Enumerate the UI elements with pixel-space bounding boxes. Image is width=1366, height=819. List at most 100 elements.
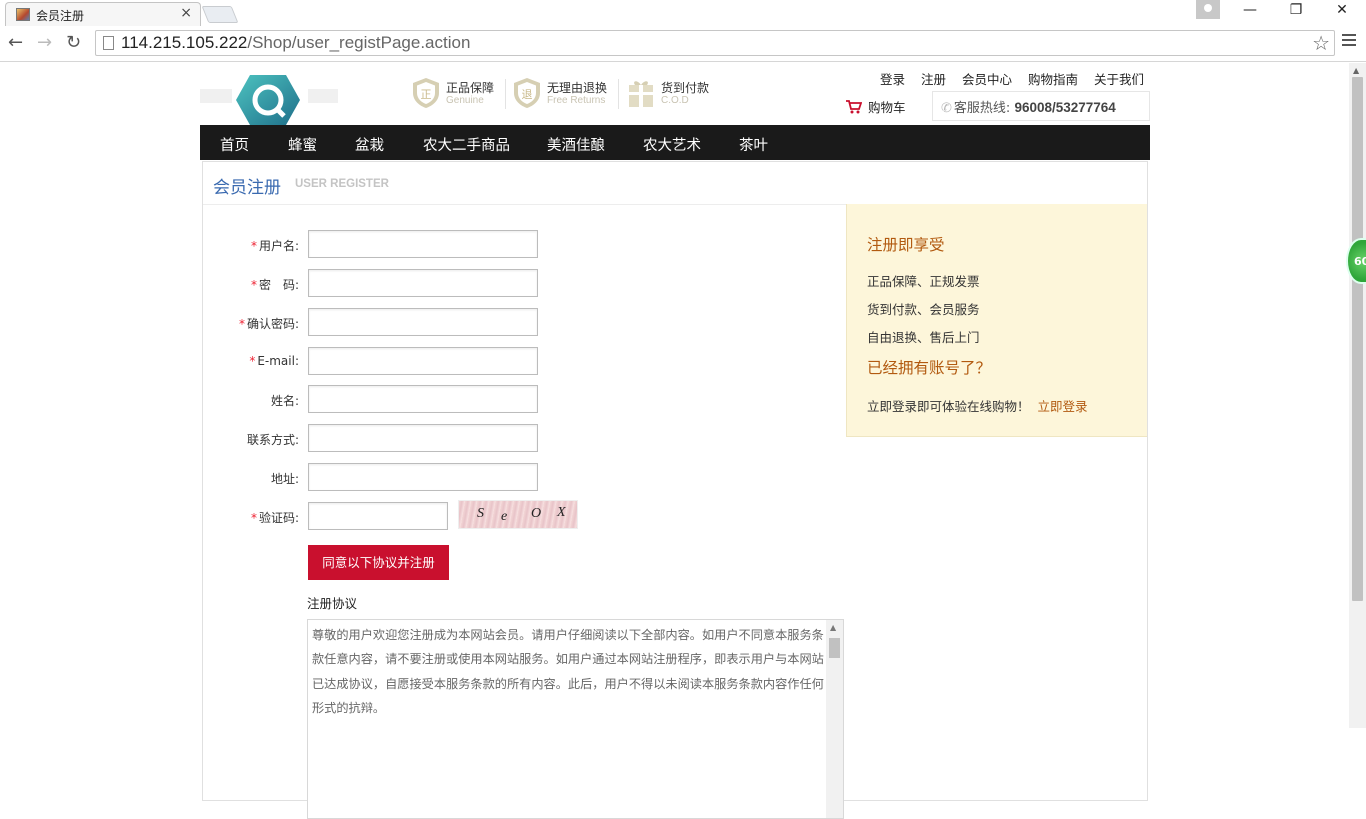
captcha-image[interactable]: S e O X (458, 500, 578, 529)
have-account-title: 已经拥有账号了？ (867, 359, 992, 377)
email-label: * E-mail: (249, 354, 299, 368)
agreement-title: 注册协议 (307, 596, 358, 611)
address-input[interactable] (308, 463, 538, 491)
agreement-scrollbar[interactable]: ▲ (826, 620, 843, 818)
agreement-scroll-thumb[interactable] (829, 638, 840, 658)
email-input[interactable] (308, 347, 538, 375)
hotline-number: 96008/53277764 (1014, 100, 1116, 115)
new-tab-button[interactable] (201, 6, 239, 23)
nav-item-second-hand[interactable]: 农大二手商品 (423, 134, 510, 155)
top-links: 登录 注册 会员中心 购物指南 关于我们 (868, 69, 1144, 88)
badge-subtitle: Genuine (446, 95, 484, 106)
member-center-link[interactable]: 会员中心 (962, 72, 1012, 87)
badge-title: 货到付款 (661, 81, 710, 95)
captcha-char: X (557, 505, 566, 520)
register-title-en: USER REGISTER (295, 178, 389, 190)
gift-box-icon (629, 81, 653, 107)
minimize-button[interactable]: — (1230, 2, 1270, 22)
register-title: 会员注册 (213, 178, 281, 198)
address-bar[interactable]: 114.215.105.222/Shop/user_registPage.act… (95, 30, 1335, 56)
benefit-item: 货到付款、会员服务 (867, 302, 980, 317)
agreement-text: 尊敬的用户欢迎您注册成为本网站会员。请用户仔细阅读以下全部内容。如用户不同意本服… (312, 628, 824, 716)
register-panel: 会员注册 USER REGISTER * 用户名: * 密 码: * 确认密码: * E… (202, 161, 1148, 819)
benefit-item: 正品保障、正规发票 (867, 274, 980, 289)
badge-divider (505, 79, 506, 109)
captcha-char: S (477, 506, 484, 521)
nav-item-art[interactable]: 农大艺术 (643, 134, 701, 155)
benefit-item: 自由退换、售后上门 (867, 330, 980, 345)
badge-title: 无理由退换 (547, 81, 608, 95)
register-header: 会员注册 USER REGISTER (203, 162, 1147, 205)
restore-button[interactable]: ❐ (1276, 2, 1316, 22)
benefits-title: 注册即享受 (867, 236, 945, 254)
page-icon (103, 36, 114, 50)
logo-hexagon-icon (236, 75, 300, 125)
nav-item-honey[interactable]: 蜂蜜 (288, 134, 317, 155)
browser-tab[interactable]: 会员注册 × (5, 2, 201, 26)
agree-register-button[interactable]: 同意以下协议并注册 (308, 545, 449, 580)
tab-title: 会员注册 (36, 9, 85, 23)
captcha-input[interactable] (308, 502, 448, 530)
badge-subtitle: C.O.D (661, 95, 689, 106)
benefits-panel: 注册即享受 正品保障、正规发票 货到付款、会员服务 自由退换、售后上门 已经拥有… (846, 204, 1147, 437)
tab-close-icon[interactable]: × (180, 5, 192, 21)
shield-tui-icon: 退 (514, 78, 540, 108)
username-label: * 用户名: (250, 239, 299, 253)
phone-icon: ✆ (941, 101, 952, 116)
cart-link[interactable]: 购物车 (846, 97, 906, 116)
badge-divider (618, 79, 619, 109)
captcha-char: O (531, 506, 542, 521)
shield-zheng-icon: 正 (413, 78, 439, 108)
captcha-label: * 验证码: (250, 511, 299, 525)
nav-item-tea[interactable]: 茶叶 (739, 134, 768, 155)
about-us-link[interactable]: 关于我们 (1094, 72, 1144, 87)
svg-text:正: 正 (421, 88, 432, 101)
scroll-up-icon[interactable]: ▲ (830, 623, 836, 632)
browser-menu-icon[interactable] (1342, 34, 1356, 48)
nav-item-home[interactable]: 首页 (220, 134, 249, 155)
logo-bar-left (200, 89, 232, 103)
address-label: 地址: (270, 472, 299, 486)
login-prompt: 立即登录即可体验在线购物！ 立即登录 (867, 396, 1088, 415)
username-input[interactable] (308, 230, 538, 258)
url-text[interactable]: 114.215.105.222/Shop/user_registPage.act… (121, 33, 470, 53)
user-profile-icon[interactable] (1196, 0, 1220, 19)
forward-icon[interactable]: → (37, 32, 52, 53)
browser-tabstrip: 会员注册 × — ❐ ✕ (0, 0, 1366, 26)
page-scrollbar[interactable]: ▲ (1349, 63, 1366, 728)
logo-bar-right (308, 89, 338, 103)
scroll-thumb[interactable] (1352, 77, 1363, 601)
browser-toolbar: ← → ↻ 114.215.105.222/Shop/user_registPa… (0, 26, 1366, 62)
agreement-textarea[interactable]: 尊敬的用户欢迎您注册成为本网站会员。请用户仔细阅读以下全部内容。如用户不同意本服… (307, 619, 844, 819)
confirm-password-input[interactable] (308, 308, 538, 336)
site-logo[interactable] (200, 69, 338, 127)
main-nav: 首页 蜂蜜 盆栽 农大二手商品 美酒佳酿 农大艺术 茶叶 (200, 125, 1150, 160)
login-prompt-text: 立即登录即可体验在线购物！ (867, 399, 1030, 414)
badge-subtitle: Free Returns (547, 95, 606, 106)
register-link[interactable]: 注册 (921, 72, 946, 87)
nav-item-wine[interactable]: 美酒佳酿 (547, 134, 605, 155)
password-label: * 密 码: (250, 278, 299, 292)
reload-icon[interactable]: ↻ (66, 32, 81, 53)
captcha-char: e (501, 509, 508, 524)
nav-item-bonsai[interactable]: 盆栽 (355, 134, 384, 155)
svg-text:退: 退 (522, 88, 533, 101)
cart-label: 购物车 (868, 100, 906, 115)
phone-input[interactable] (308, 424, 538, 452)
hotline-label: 客服热线: (953, 101, 1011, 116)
password-input[interactable] (308, 269, 538, 297)
shopping-guide-link[interactable]: 购物指南 (1028, 72, 1078, 87)
bookmark-star-icon[interactable]: ☆ (1312, 31, 1330, 55)
back-icon[interactable]: ← (8, 32, 23, 53)
hotline-box: ✆ 客服热线: 96008/53277764 (932, 91, 1150, 121)
confirm-password-label: * 确认密码: (238, 317, 299, 331)
login-link[interactable]: 登录 (880, 72, 905, 87)
login-now-link[interactable]: 立即登录 (1038, 399, 1088, 414)
phone-label: 联系方式: (246, 433, 299, 447)
badge-title: 正品保障 (446, 81, 495, 95)
scroll-up-icon[interactable]: ▲ (1353, 66, 1359, 75)
cart-icon (846, 100, 862, 114)
window-close-button[interactable]: ✕ (1322, 2, 1362, 22)
name-label: 姓名: (270, 394, 299, 408)
name-input[interactable] (308, 385, 538, 413)
